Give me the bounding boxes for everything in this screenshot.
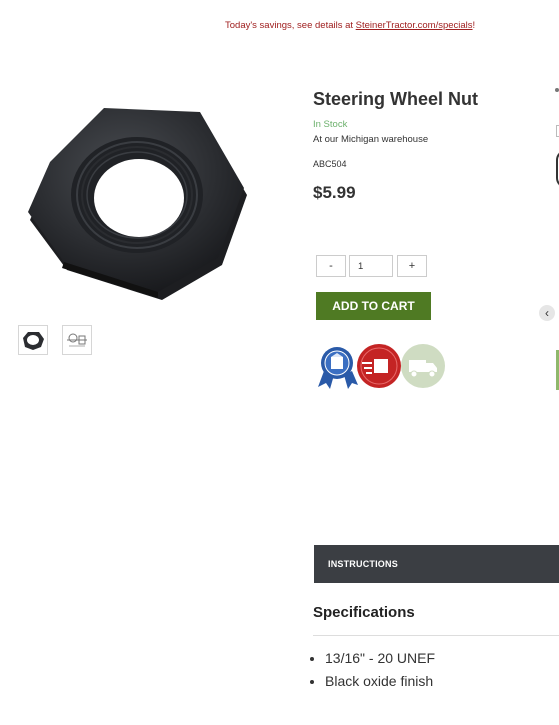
side-panel-edge xyxy=(555,88,559,92)
spec-item-finish: Black oxide finish xyxy=(325,673,435,690)
promo-banner: Today's savings, see details at SteinerT… xyxy=(225,20,475,31)
promo-text: Today's savings, see details at xyxy=(225,20,356,31)
quality-ribbon-badge-icon xyxy=(314,343,360,389)
specifications-list: 13/16" - 20 UNEF Black oxide finish xyxy=(313,650,435,696)
tab-bar: INSTRUCTIONS xyxy=(314,545,559,583)
stock-status: In Stock xyxy=(313,119,348,130)
product-title: Steering Wheel Nut xyxy=(313,89,479,109)
spec-item-thread: 13/16" - 20 UNEF xyxy=(325,650,435,667)
product-price: $5.99 xyxy=(313,183,356,202)
tab-instructions[interactable]: INSTRUCTIONS xyxy=(328,559,398,569)
specials-link[interactable]: SteinerTractor.com/specials xyxy=(356,20,473,31)
warehouse-location: At our Michigan warehouse xyxy=(313,134,429,145)
promo-suffix: ! xyxy=(472,20,476,31)
thumbnail-nut[interactable] xyxy=(18,325,48,355)
fast-shipping-badge-icon xyxy=(356,343,402,389)
delivery-truck-badge-icon xyxy=(400,343,446,389)
divider xyxy=(313,635,559,636)
quantity-input[interactable] xyxy=(349,255,393,277)
quantity-increase-button[interactable]: + xyxy=(397,255,427,277)
specifications-heading: Specifications xyxy=(313,604,415,621)
main-product-image[interactable] xyxy=(22,100,252,305)
thumbnail-diagram[interactable] xyxy=(62,325,92,355)
add-to-cart-button[interactable]: ADD TO CART xyxy=(316,292,431,320)
product-sku: ABC504 xyxy=(313,159,347,169)
carousel-prev-button[interactable]: ‹ xyxy=(539,305,555,321)
quantity-decrease-button[interactable]: - xyxy=(316,255,346,277)
